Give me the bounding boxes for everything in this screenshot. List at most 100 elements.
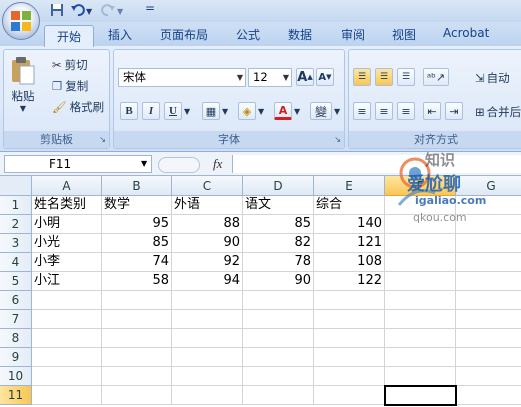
font-color-dropdown-icon[interactable]: ▼	[294, 107, 300, 116]
phonetic-dropdown-icon[interactable]: ▼	[334, 107, 340, 116]
borders-dropdown-icon[interactable]: ▼	[222, 107, 228, 116]
redo-dropdown-icon[interactable]: ▼	[117, 7, 123, 16]
cell-d8[interactable]	[243, 329, 314, 348]
cell-b4[interactable]: 74	[102, 253, 172, 272]
cell-g9[interactable]	[456, 348, 521, 367]
borders-button[interactable]: ▦	[202, 102, 220, 120]
undo-icon[interactable]	[70, 3, 86, 20]
bold-button[interactable]: B	[120, 102, 138, 120]
cell-b2[interactable]: 95	[102, 215, 172, 234]
align-left-button[interactable]: ≡	[353, 102, 371, 120]
name-box-dropdown-icon[interactable]: ▼	[141, 159, 147, 168]
fill-color-dropdown-icon[interactable]: ▼	[258, 107, 264, 116]
cell-a1[interactable]: 姓名类别	[32, 196, 102, 215]
merge-center-button[interactable]: ⊞ 合并后	[475, 104, 521, 120]
cell-a4[interactable]: 小李	[32, 253, 102, 272]
cell-f7[interactable]	[385, 310, 456, 329]
tab-review[interactable]: 审阅	[341, 26, 365, 43]
redo-icon[interactable]	[100, 3, 116, 20]
cell-a2[interactable]: 小明	[32, 215, 102, 234]
office-button[interactable]	[2, 2, 40, 40]
cell-e1[interactable]: 综合	[314, 196, 385, 215]
column-header-a[interactable]: A	[32, 176, 102, 196]
cell-g3[interactable]	[456, 234, 521, 253]
row-header-8[interactable]: 8	[0, 329, 32, 348]
cut-button[interactable]: ✂ 剪切	[52, 57, 88, 73]
column-header-c[interactable]: C	[172, 176, 243, 196]
cell-f3[interactable]	[385, 234, 456, 253]
cell-d7[interactable]	[243, 310, 314, 329]
cell-d3[interactable]: 82	[243, 234, 314, 253]
cell-d10[interactable]	[243, 367, 314, 386]
font-size-select[interactable]: 12 ▼	[248, 68, 292, 87]
cell-b11[interactable]	[102, 386, 172, 405]
italic-button[interactable]: I	[142, 102, 160, 120]
row-header-7[interactable]: 7	[0, 310, 32, 329]
cell-d4[interactable]: 78	[243, 253, 314, 272]
cell-g11[interactable]	[456, 386, 521, 405]
cell-g10[interactable]	[456, 367, 521, 386]
cell-b9[interactable]	[102, 348, 172, 367]
cell-d1[interactable]: 语文	[243, 196, 314, 215]
cell-f5[interactable]	[385, 272, 456, 291]
tab-data[interactable]: 数据	[288, 26, 312, 43]
orientation-button[interactable]: ᵃᵇ↗	[423, 68, 449, 86]
cell-e3[interactable]: 121	[314, 234, 385, 253]
increase-indent-button[interactable]: ⇥	[445, 102, 463, 120]
cell-g5[interactable]	[456, 272, 521, 291]
tab-insert[interactable]: 插入	[108, 26, 132, 43]
row-header-1[interactable]: 1	[0, 196, 32, 215]
align-middle-button[interactable]: ☰	[375, 68, 393, 86]
cell-b8[interactable]	[102, 329, 172, 348]
cell-f4[interactable]	[385, 253, 456, 272]
cell-a9[interactable]	[32, 348, 102, 367]
underline-dropdown-icon[interactable]: ▼	[184, 107, 190, 116]
tab-view[interactable]: 视图	[392, 26, 416, 43]
cell-e9[interactable]	[314, 348, 385, 367]
cell-c2[interactable]: 88	[172, 215, 243, 234]
cell-f10[interactable]	[385, 367, 456, 386]
cell-c5[interactable]: 94	[172, 272, 243, 291]
row-header-3[interactable]: 3	[0, 234, 32, 253]
cell-e7[interactable]	[314, 310, 385, 329]
shrink-font-button[interactable]: A ▼	[316, 68, 334, 86]
row-header-4[interactable]: 4	[0, 253, 32, 272]
cell-b6[interactable]	[102, 291, 172, 310]
cell-b7[interactable]	[102, 310, 172, 329]
select-all-button[interactable]	[0, 176, 32, 196]
dialog-launcher-icon[interactable]: ↘	[99, 131, 106, 148]
tab-home[interactable]: 开始	[44, 25, 94, 47]
underline-button[interactable]: U	[164, 102, 182, 120]
cell-g6[interactable]	[456, 291, 521, 310]
row-header-9[interactable]: 9	[0, 348, 32, 367]
align-top-button[interactable]: ☰	[353, 68, 371, 86]
insert-function-icon[interactable]: fx	[213, 156, 222, 172]
cell-c10[interactable]	[172, 367, 243, 386]
align-right-button[interactable]: ≡	[397, 102, 415, 120]
cell-b5[interactable]: 58	[102, 272, 172, 291]
cell-d5[interactable]: 90	[243, 272, 314, 291]
undo-dropdown-icon[interactable]: ▼	[86, 7, 92, 16]
dialog-launcher-icon[interactable]: ↘	[334, 131, 341, 148]
wrap-text-button[interactable]: ⇲ 自动	[475, 70, 510, 86]
cell-e6[interactable]	[314, 291, 385, 310]
cell-g4[interactable]	[456, 253, 521, 272]
cell-c1[interactable]: 外语	[172, 196, 243, 215]
cell-f11[interactable]	[385, 386, 456, 405]
cell-e2[interactable]: 140	[314, 215, 385, 234]
fill-color-button[interactable]: ◈	[238, 102, 256, 120]
cell-a5[interactable]: 小江	[32, 272, 102, 291]
cell-e11[interactable]	[314, 386, 385, 405]
customize-qat-button[interactable]: =	[145, 1, 155, 15]
cell-a8[interactable]	[32, 329, 102, 348]
cell-e5[interactable]: 122	[314, 272, 385, 291]
cell-d11[interactable]	[243, 386, 314, 405]
save-icon[interactable]	[50, 3, 64, 20]
cell-b10[interactable]	[102, 367, 172, 386]
formula-divider[interactable]	[158, 157, 200, 173]
cell-c4[interactable]: 92	[172, 253, 243, 272]
column-header-b[interactable]: B	[102, 176, 172, 196]
tab-acrobat[interactable]: Acrobat	[443, 26, 489, 40]
cell-g8[interactable]	[456, 329, 521, 348]
paste-button[interactable]: 粘贴 ▼	[10, 56, 36, 113]
